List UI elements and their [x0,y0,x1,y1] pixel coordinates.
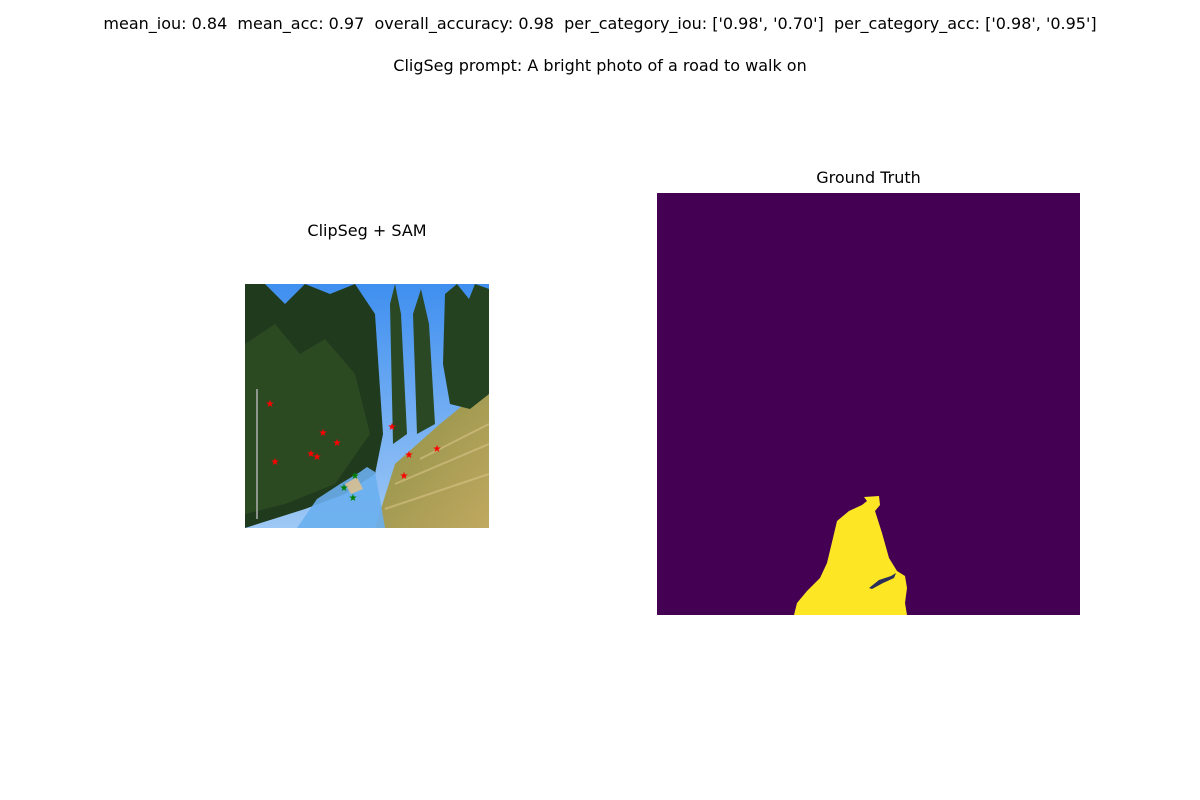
ground-truth-image [657,193,1080,615]
negative-point: ★ [388,422,397,433]
negative-point: ★ [400,471,409,482]
prediction-image-svg: ★ ★ ★ ★ ★ ★ ★ ★ ★ ★ ★ ★ ★ [245,284,489,528]
ground-truth-panel-title: Ground Truth [816,168,921,187]
positive-point: ★ [340,483,349,494]
negative-point: ★ [266,399,275,410]
prediction-image: ★ ★ ★ ★ ★ ★ ★ ★ ★ ★ ★ ★ ★ [245,284,489,528]
negative-point: ★ [313,452,322,463]
prompt-title: CligSeg prompt: A bright photo of a road… [393,56,807,75]
negative-point: ★ [433,444,442,455]
negative-point: ★ [319,428,328,439]
forest-right [443,284,489,409]
positive-point: ★ [349,493,358,504]
negative-point: ★ [271,457,280,468]
negative-point: ★ [405,450,414,461]
positive-point: ★ [351,471,360,482]
prediction-panel-title: ClipSeg + SAM [307,221,427,240]
metrics-title: mean_iou: 0.84 mean_acc: 0.97 overall_ac… [103,14,1097,33]
negative-point: ★ [333,438,342,449]
ground-truth-svg [657,193,1080,615]
